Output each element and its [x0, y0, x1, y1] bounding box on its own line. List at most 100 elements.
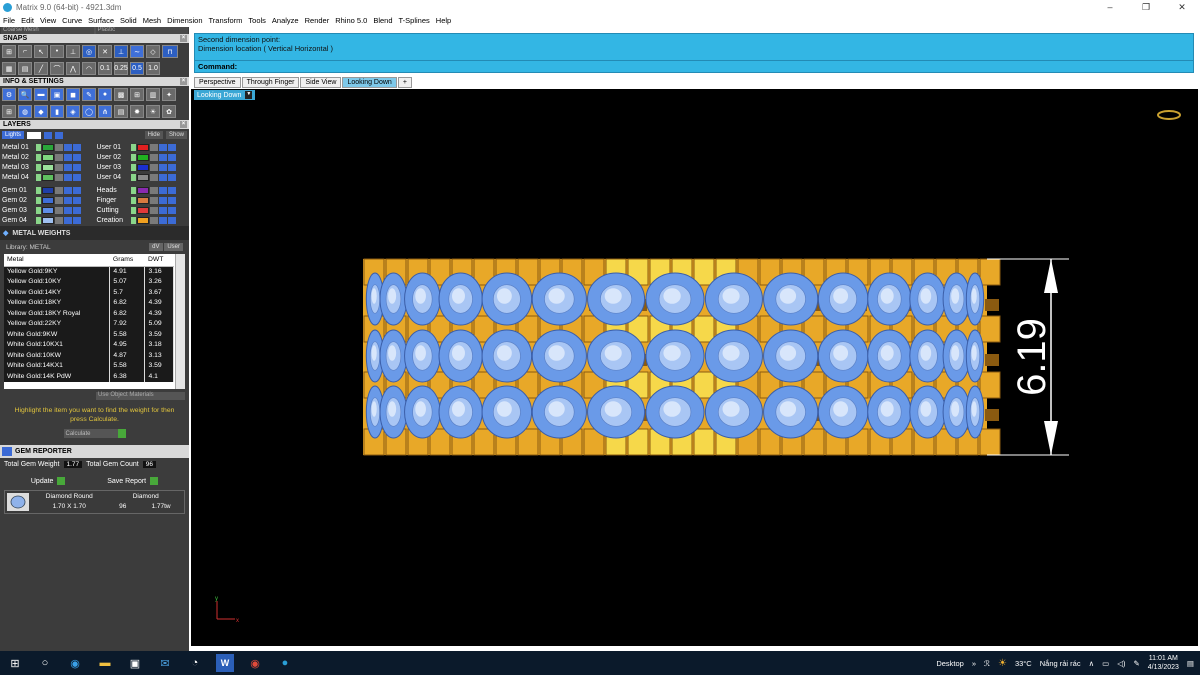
snap-tan-icon[interactable]: ∼	[130, 45, 144, 58]
layer-color-swatch[interactable]	[42, 173, 54, 181]
layer-lock-icon[interactable]	[55, 186, 63, 194]
menu-transform[interactable]: Transform	[209, 16, 243, 25]
flower-icon[interactable]: ✿	[162, 105, 176, 118]
chart-icon[interactable]: ▥	[146, 88, 160, 101]
layer-color-swatch[interactable]	[136, 206, 149, 214]
table-row[interactable]: White Gold:10KX1 4.95 3.18	[4, 339, 174, 350]
layer-select-icon[interactable]	[73, 163, 81, 171]
layer-select-icon[interactable]	[73, 196, 81, 204]
layer-color-swatch[interactable]	[42, 186, 54, 194]
layer-current-icon[interactable]	[130, 143, 136, 151]
layer-visible-icon[interactable]	[64, 206, 72, 214]
layer-select-icon[interactable]	[167, 206, 176, 214]
snap-int-icon[interactable]: ✕	[98, 45, 112, 58]
chrome-icon[interactable]: ◉	[246, 654, 264, 672]
polyline-icon[interactable]: ⋀	[66, 62, 80, 75]
lights-toggle[interactable]	[44, 131, 53, 139]
tab-looking-down[interactable]: Looking Down	[342, 77, 397, 88]
layer-lock-icon[interactable]	[149, 196, 158, 204]
layer-current-icon[interactable]	[36, 163, 41, 171]
layer-visible-icon[interactable]	[158, 186, 167, 194]
dv-toggle[interactable]: dV	[149, 243, 163, 251]
layer-select-icon[interactable]	[167, 186, 176, 194]
mail-icon[interactable]: ✉	[156, 654, 174, 672]
layer-row[interactable]: Finger	[97, 195, 188, 205]
tab-perspective[interactable]: Perspective	[194, 77, 241, 88]
network-icon[interactable]: ▭	[1102, 659, 1109, 668]
mesh-dropdown[interactable]: Coarse Mesh	[1, 27, 94, 34]
lights-layer[interactable]: Lights	[2, 131, 25, 139]
layer-current-icon[interactable]	[36, 186, 41, 194]
layer-select-icon[interactable]	[73, 216, 81, 224]
layer-select-icon[interactable]	[73, 153, 81, 161]
table-row[interactable]: White Gold:14KX1 5.58 3.59	[4, 360, 174, 371]
layer-row[interactable]: User 01	[97, 142, 188, 152]
calculate-button[interactable]: Calculate	[63, 429, 126, 438]
add-tab-button[interactable]: +	[397, 77, 412, 88]
table-row[interactable]: Yellow Gold:10KY 5.07 3.26	[4, 276, 174, 287]
layer-color-swatch[interactable]	[42, 196, 54, 204]
layer-select-icon[interactable]	[73, 186, 81, 194]
planar-icon[interactable]: ▤	[18, 62, 32, 75]
layer-select-icon[interactable]	[73, 143, 81, 151]
layer-current-icon[interactable]	[130, 196, 136, 204]
app-icon[interactable]: ◔	[186, 654, 204, 672]
sphere-icon[interactable]: ●	[98, 88, 112, 101]
layer-lock-icon[interactable]	[55, 216, 63, 224]
menu-render[interactable]: Render	[305, 16, 330, 25]
show-button[interactable]: Show	[165, 131, 187, 139]
viewport-label[interactable]: Looking Down ▼	[194, 90, 256, 100]
layer-lock-icon[interactable]	[55, 196, 63, 204]
tab-side-view[interactable]: Side View	[300, 77, 342, 88]
menu-tsplines[interactable]: T-Splines	[399, 16, 430, 25]
layer-current-icon[interactable]	[36, 173, 41, 181]
snap-point-icon[interactable]: •	[50, 45, 64, 58]
user-toggle[interactable]: User	[164, 243, 183, 251]
windows-start-icon[interactable]: ⊞	[6, 654, 24, 672]
layer-row[interactable]: Metal 04	[2, 172, 93, 182]
close-icon[interactable]: ×	[180, 78, 187, 85]
layer-current-icon[interactable]	[130, 206, 136, 214]
menu-edit[interactable]: Edit	[21, 16, 34, 25]
table-row[interactable]: Yellow Gold:18KY 6.82 4.39	[4, 297, 174, 308]
snap-cen-icon[interactable]: ◎	[82, 45, 96, 58]
table-row[interactable]: Yellow Gold:14KY 5.7 3.67	[4, 287, 174, 298]
snap-near-icon[interactable]: ↖	[34, 45, 48, 58]
layer-visible-icon[interactable]	[158, 153, 167, 161]
layer-current-icon[interactable]	[130, 153, 136, 161]
layer-visible-icon[interactable]	[64, 153, 72, 161]
minimize-button[interactable]: –	[1092, 0, 1128, 14]
layer-current-icon[interactable]	[36, 216, 41, 224]
layer-color-swatch[interactable]	[42, 163, 54, 171]
menu-mesh[interactable]: Mesh	[143, 16, 161, 25]
desktop-label[interactable]: Desktop	[936, 659, 964, 668]
layer-visible-icon[interactable]	[158, 143, 167, 151]
edge-browser-icon[interactable]: ◉	[66, 654, 84, 672]
layer-lock-icon[interactable]	[149, 173, 158, 181]
menu-help[interactable]: Help	[436, 16, 451, 25]
curve-icon[interactable]: ⌒	[50, 62, 64, 75]
menu-rhino[interactable]: Rhino 5.0	[335, 16, 367, 25]
layer-lock-icon[interactable]	[55, 206, 63, 214]
layer-row[interactable]: Gem 02	[2, 195, 93, 205]
people-icon[interactable]: ℛ	[984, 659, 990, 668]
layer-row[interactable]: User 03	[97, 162, 188, 172]
matrix-app-icon[interactable]: ●	[276, 654, 294, 672]
zoom-icon[interactable]: 🔍	[18, 88, 32, 101]
layer-lock-icon[interactable]	[149, 163, 158, 171]
tool-icon[interactable]: ✦	[162, 88, 176, 101]
layer-current-icon[interactable]	[36, 143, 41, 151]
menu-curve[interactable]: Curve	[62, 16, 82, 25]
layer-color-swatch[interactable]	[42, 153, 54, 161]
snap-perp-icon[interactable]: ⊥	[114, 45, 128, 58]
lights-lock[interactable]	[55, 131, 64, 139]
hide-button[interactable]: Hide	[144, 131, 163, 139]
layer-current-icon[interactable]	[130, 186, 136, 194]
weather-icon[interactable]: ☀	[998, 658, 1007, 669]
snap-ortho-icon[interactable]: ⊓	[162, 45, 178, 58]
layer-row[interactable]: Metal 01	[2, 142, 93, 152]
box-icon[interactable]: ▮	[50, 105, 64, 118]
menu-file[interactable]: File	[3, 16, 15, 25]
save-report-button[interactable]: Save Report	[107, 477, 159, 485]
table-row[interactable]: White Gold:10KW 4.87 3.13	[4, 350, 174, 361]
